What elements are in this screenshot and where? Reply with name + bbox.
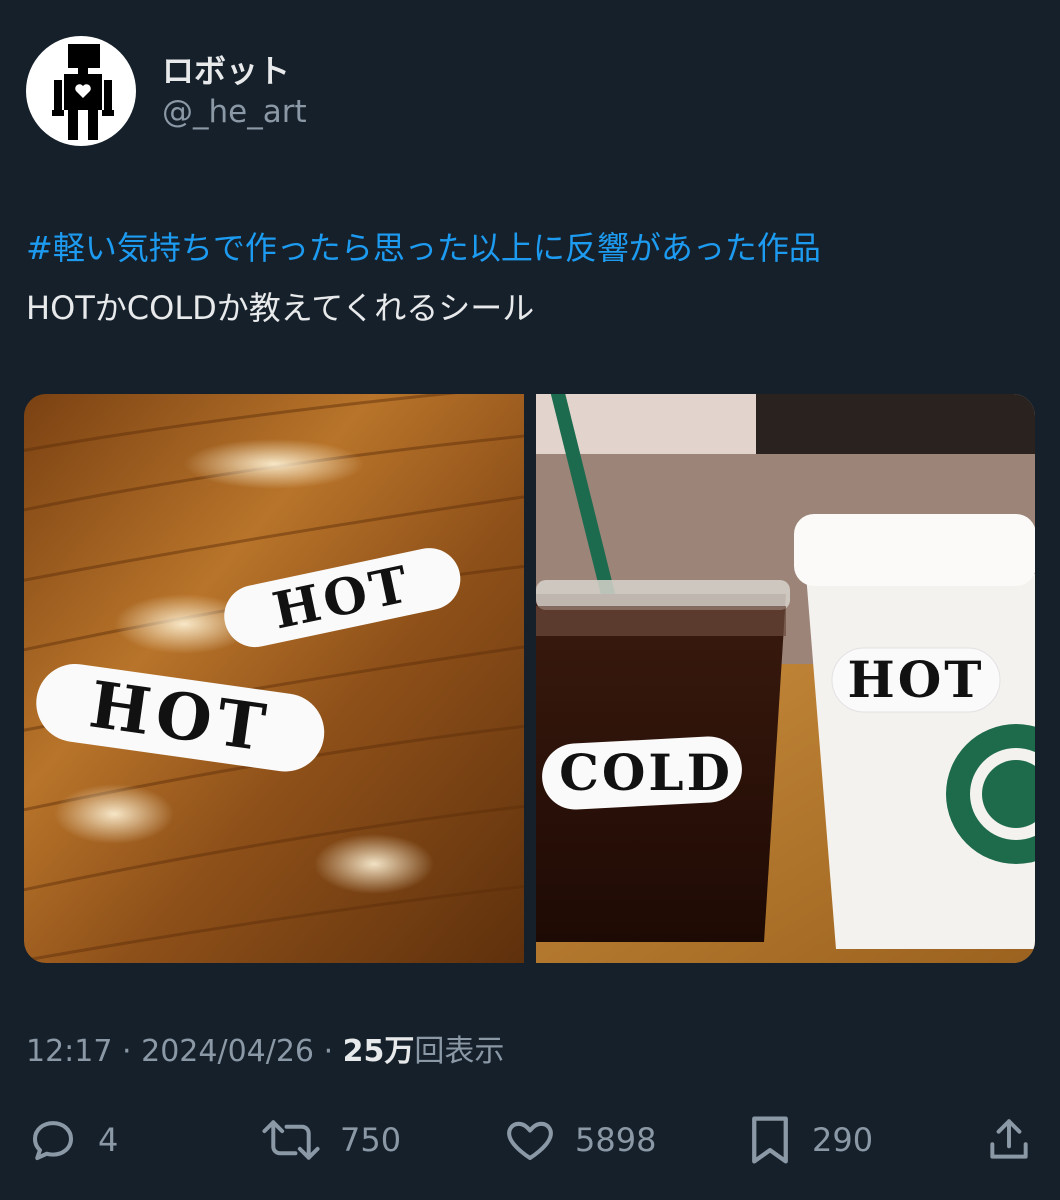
photo-coffee-cups: COLD HOT (535, 394, 1035, 963)
reply-count: 4 (98, 1121, 119, 1159)
user-handle[interactable]: @_he_art (162, 94, 307, 130)
reply-button[interactable]: 4 (26, 1100, 118, 1180)
tweet-time[interactable]: 12:17 (26, 1034, 112, 1069)
like-count: 5898 (575, 1121, 657, 1159)
retweet-button[interactable]: 750 (260, 1100, 401, 1180)
share-button[interactable] (984, 1100, 1034, 1180)
meta-separator: · (323, 1034, 334, 1069)
robot-heart-icon (52, 44, 114, 140)
reply-icon (32, 1121, 74, 1161)
sticker-label: HOT (847, 650, 984, 709)
meta-separator: · (122, 1034, 132, 1069)
bookmark-count: 290 (812, 1121, 874, 1159)
tweet-meta: 12:17 · 2024/04/26 · 25万回表示 (26, 1026, 504, 1070)
media-photo-2[interactable]: COLD HOT (535, 394, 1035, 963)
tweet-body: HOTかCOLDか教えてくれるシール (26, 289, 535, 327)
bookmark-icon (752, 1116, 788, 1164)
bookmark-button[interactable]: 290 (746, 1100, 873, 1180)
tweet-text: #軽い気持ちで作ったら思った以上に反響があった作品 HOTかCOLDか教えてくれ… (26, 218, 1036, 338)
like-button[interactable]: 5898 (503, 1100, 656, 1180)
views-count: 25万 (342, 1034, 415, 1069)
media-grid: HOT HOT COLD HOT (24, 394, 1035, 963)
sticker-label: COLD (559, 743, 733, 802)
share-icon (990, 1119, 1028, 1159)
tweet-date[interactable]: 2024/04/26 (141, 1034, 314, 1069)
avatar[interactable] (26, 36, 136, 146)
media-photo-1[interactable]: HOT HOT (24, 394, 524, 963)
views-label: 回表示 (414, 1034, 505, 1069)
hashtag-link[interactable]: #軽い気持ちで作ったら思った以上に反響があった作品 (26, 229, 821, 267)
action-bar: 4 750 5898 290 (0, 1100, 1060, 1180)
heart-icon (507, 1121, 553, 1161)
photo-hot-stickers: HOT HOT (24, 394, 524, 963)
display-name[interactable]: ロボット (162, 46, 290, 92)
retweet-icon (262, 1120, 320, 1160)
retweet-count: 750 (340, 1121, 402, 1159)
